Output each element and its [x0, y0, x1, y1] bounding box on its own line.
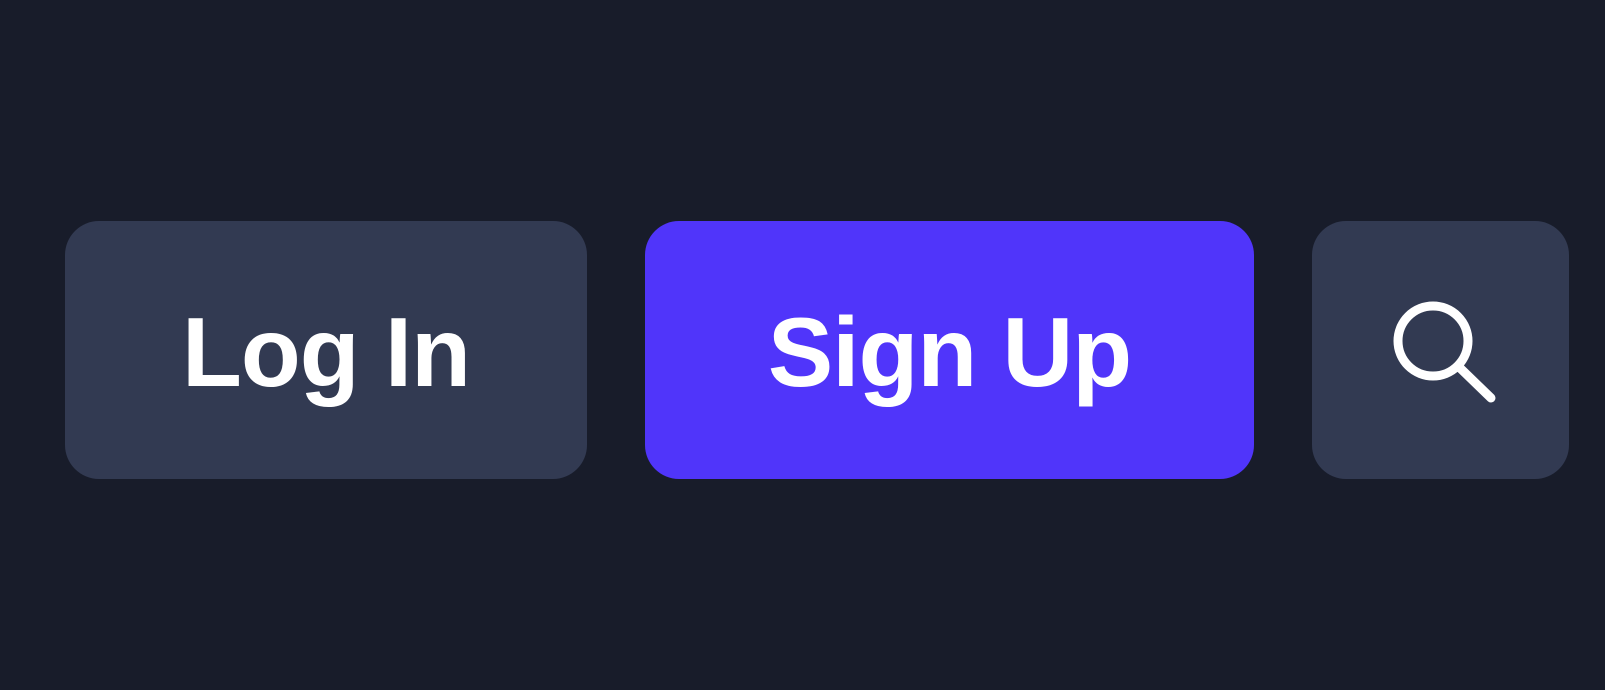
- signup-button[interactable]: Sign Up: [645, 221, 1254, 479]
- signup-button-label: Sign Up: [767, 297, 1132, 407]
- search-icon: [1393, 301, 1495, 403]
- auth-toolbar: Log In Sign Up: [0, 0, 1605, 690]
- search-button[interactable]: [1312, 221, 1569, 479]
- login-button[interactable]: Log In: [65, 221, 587, 479]
- login-button-label: Log In: [182, 297, 471, 407]
